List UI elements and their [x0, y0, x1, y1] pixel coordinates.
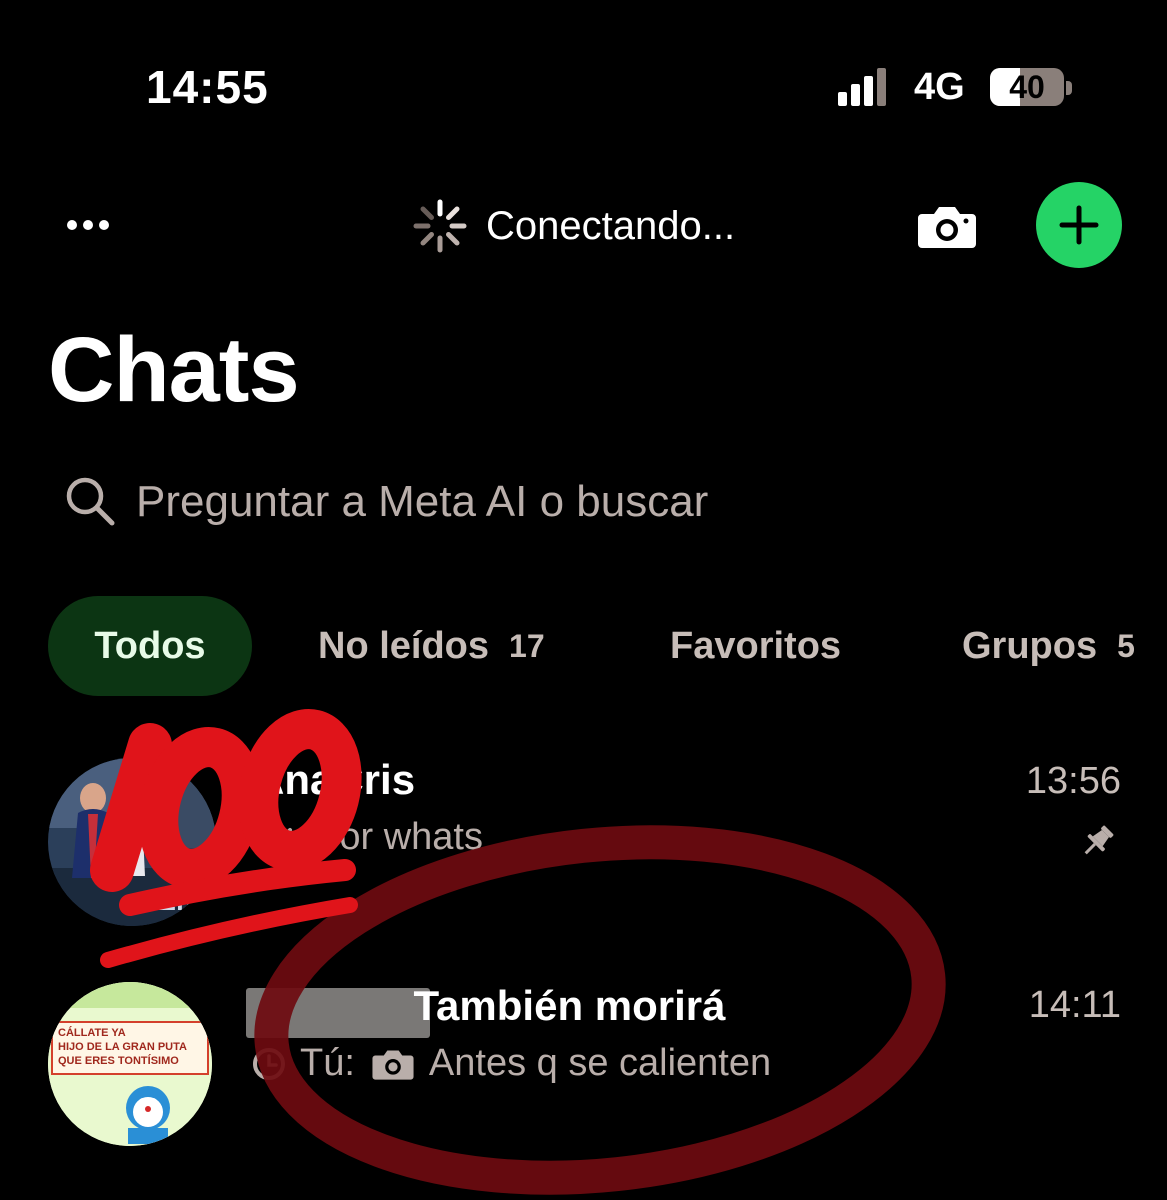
filter-chip-count: 17 [509, 627, 545, 664]
pin-icon [1084, 825, 1114, 855]
double-check-icon [253, 826, 292, 850]
network-type: 4G [914, 66, 965, 108]
filter-chip-favoritos[interactable]: Favoritos [670, 596, 841, 696]
connecting-label: Conectando... [486, 203, 736, 248]
chat-name: xxxxxxxTambién morirá [250, 982, 726, 1030]
filter-chip-count: 5 [1117, 627, 1135, 664]
avatar: CÁLLATE YA HIJO DE LA GRAN PUTA QUE ERES… [48, 982, 212, 1146]
filter-chip-label: Todos [94, 624, 206, 667]
chat-name: AnaCris [254, 756, 416, 803]
filter-chip-label: Grupos [962, 624, 1098, 667]
battery-level: 40 [1009, 69, 1045, 105]
filter-tabs: Todos No leídos 17 Favoritos Grupos 5 [0, 596, 1167, 696]
plus-icon [1059, 205, 1099, 245]
chat-time: 14:11 [1028, 984, 1121, 1026]
connection-status: Conectando... [410, 198, 735, 254]
search-icon [66, 477, 115, 526]
avatar: ENA [48, 758, 216, 926]
search-input[interactable] [136, 477, 1036, 527]
page-title: Chats [48, 319, 300, 421]
camera-icon[interactable] [916, 202, 978, 250]
signal-strength-icon [838, 68, 886, 106]
chat-preview-text: Antes q se calienten [428, 1042, 772, 1084]
filter-chip-no-leidos[interactable]: No leídos 17 [318, 596, 545, 696]
chat-time: 13:56 [1025, 760, 1121, 802]
chat-sender: Tú: [300, 1042, 355, 1084]
camera-icon [372, 1050, 414, 1080]
avatar-caption: CÁLLATE YA [58, 1026, 126, 1039]
chat-preview: Por whats [252, 816, 483, 859]
status-time: 14:55 [146, 61, 269, 113]
chat-row[interactable]: CÁLLATE YA HIJO DE LA GRAN PUTA QUE ERES… [0, 960, 1167, 1170]
spinner-icon [413, 199, 467, 253]
status-bar: 14:55 4G 40 [0, 0, 1167, 170]
filter-chip-label: No leídos [318, 624, 490, 667]
filter-chip-todos[interactable]: Todos [48, 596, 252, 696]
filter-chip-label: Favoritos [670, 624, 842, 667]
chat-row[interactable]: ENA AnaCris 13:56 Por whats [0, 740, 1167, 940]
search-bar[interactable] [60, 462, 1120, 542]
chat-preview: Tú: Antes q se calienten [250, 1042, 771, 1085]
battery-icon: 40 [990, 66, 1074, 108]
chat-name-text: También morirá [413, 982, 726, 1029]
svg-text:ENA: ENA [156, 884, 216, 917]
filter-chip-grupos[interactable]: Grupos 5 [962, 596, 1135, 696]
timer-icon [253, 1047, 285, 1080]
new-chat-button[interactable] [1036, 182, 1122, 268]
avatar-caption: QUE ERES TONTÍSIMO [58, 1054, 179, 1067]
chat-preview-text: Por whats [314, 816, 483, 858]
top-bar: Conectando... [0, 180, 1167, 270]
avatar-caption: HIJO DE LA GRAN PUTA [58, 1041, 187, 1053]
ellipsis-icon[interactable] [60, 210, 116, 240]
